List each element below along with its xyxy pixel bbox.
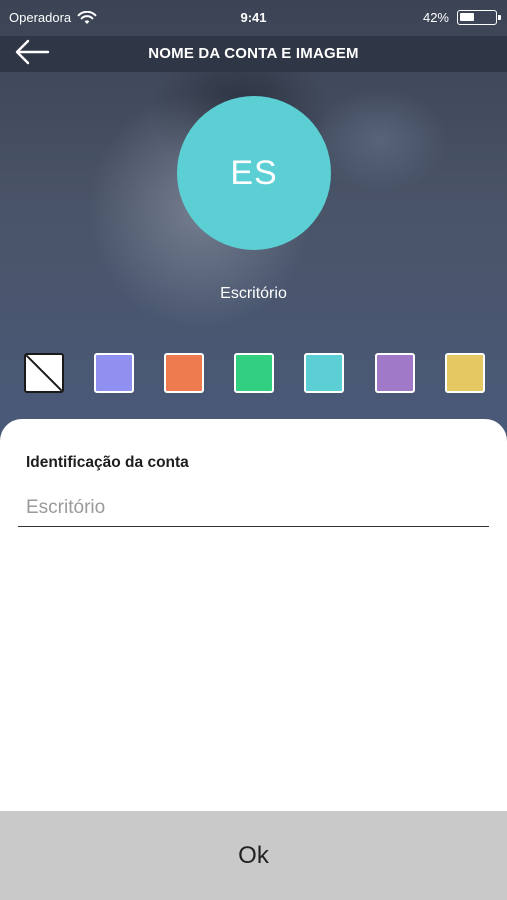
swatch-cyan[interactable] [304,353,344,393]
no-color-icon [26,355,62,391]
swatch-yellow[interactable] [445,353,485,393]
color-swatch-row [0,353,507,395]
swatch-none[interactable] [24,353,64,393]
swatch-periwinkle[interactable] [94,353,134,393]
ok-button[interactable]: Ok [0,811,507,900]
battery-icon [457,10,501,25]
avatar-initials: ES [230,153,278,192]
swatch-green[interactable] [234,353,274,393]
account-avatar[interactable]: ES [177,96,331,250]
swatch-purple[interactable] [375,353,415,393]
account-id-input[interactable] [18,489,489,527]
battery-status: 42% [422,10,501,25]
page-title: NOME DA CONTA E IMAGEM [148,45,359,62]
status-bar: Operadora 9:41 42% [0,0,507,36]
form-sheet: Identificação da conta [0,419,507,811]
account-id-label: Identificação da conta [26,454,189,471]
battery-fill [460,13,475,21]
top-navbar: NOME DA CONTA E IMAGEM [0,36,507,72]
battery-percent: 42% [422,10,449,25]
swatch-orange[interactable] [164,353,204,393]
ok-button-label: Ok [238,841,269,869]
account-name-label: Escritório [220,285,287,302]
